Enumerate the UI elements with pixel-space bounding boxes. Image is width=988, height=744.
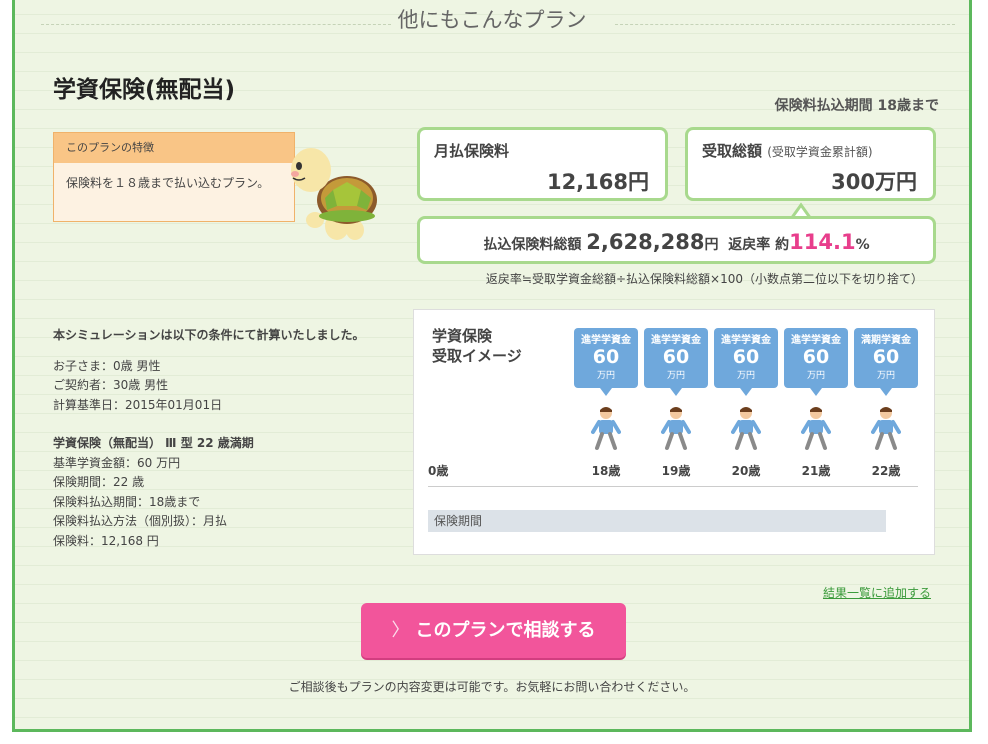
total-receipt-value: 300万円 bbox=[831, 170, 917, 194]
age-label: 18歳 bbox=[591, 464, 621, 478]
condition-line: お子さま：0歳 男性 bbox=[53, 358, 161, 373]
simulation-conditions: 本シミュレーションは以下の条件にて計算いたしました。 お子さま：0歳 男性 ご契… bbox=[53, 326, 383, 570]
total-receipt-label: 受取総額 bbox=[702, 142, 763, 160]
feature-header: このプランの特徴 bbox=[54, 133, 294, 163]
payment-total-label: 払込保険料総額 bbox=[483, 237, 582, 253]
payout-bubble: 進学学資金 60 万円 bbox=[574, 328, 638, 396]
condition-line: ご契約者：30歳 男性 bbox=[53, 378, 169, 392]
child-figure-icon bbox=[591, 407, 621, 450]
chevron-right-icon: 〉 bbox=[391, 620, 410, 641]
age-label: 22歳 bbox=[871, 464, 901, 478]
monthly-premium-label: 月払保険料 bbox=[434, 142, 510, 160]
condition-line: 保険料払込方法（個別扱）：月払 bbox=[53, 514, 228, 528]
child-figure-icon bbox=[731, 407, 761, 450]
condition-line: 計算基準日：2015年01月01日 bbox=[53, 397, 223, 412]
payout-bubble: 進学学資金 60 万円 bbox=[784, 328, 848, 396]
payout-bubble: 進学学資金 60 万円 bbox=[644, 328, 708, 396]
conditions-group-title: 学資保険（無配当） Ⅲ 型 22 歳満期 bbox=[53, 436, 254, 450]
return-rate-formula: 返戻率≒受取学資金総額÷払込保険料総額×100（小数点第二位以下を切り捨て） bbox=[485, 272, 923, 286]
conditions-heading: 本シミュレーションは以下の条件にて計算いたしました。 bbox=[53, 328, 365, 342]
age-label: 19歳 bbox=[661, 464, 691, 478]
conditions-group-2: 学資保険（無配当） Ⅲ 型 22 歳満期 基準学資金額：60 万円 保険期間：2… bbox=[53, 434, 383, 551]
consult-note: ご相談後もプランの内容変更は可能です。お気軽にお問い合わせください。 bbox=[288, 680, 696, 694]
return-rate-prefix: 約 bbox=[775, 237, 790, 253]
condition-line: 保険料：12,168 円 bbox=[53, 533, 159, 548]
add-to-results-link[interactable]: 結果一覧に追加する bbox=[823, 584, 931, 601]
total-receipt-sub: (受取学資金累計額) bbox=[767, 145, 873, 159]
child-figure-icon bbox=[801, 407, 831, 450]
feature-box: このプランの特徴 保険料を１８歳まで払い込むプラン。 bbox=[53, 132, 295, 222]
age-label: 21歳 bbox=[801, 464, 831, 478]
plan-name: 学資保険(無配当) bbox=[53, 77, 236, 103]
turtle-mascot-icon bbox=[291, 148, 377, 240]
payout-image-chart: 学資保険 受取イメージ 進学学資金 60 万円 進学学資金 60 万円 進学学資金 60 万… bbox=[413, 309, 935, 555]
total-receipt-box: 受取総額 (受取学資金累計額) 300万円 bbox=[685, 127, 936, 201]
condition-line: 基準学資金額：60 万円 bbox=[53, 455, 181, 470]
insurance-period-bar: 保険期間 bbox=[428, 510, 886, 532]
payout-bubble: 満期学資金 60 万円 bbox=[854, 328, 918, 396]
age-label: 20歳 bbox=[731, 464, 761, 478]
condition-line: 保険期間：22 歳 bbox=[53, 475, 145, 489]
timeline-divider bbox=[428, 486, 918, 487]
monthly-premium-value: 12,168円 bbox=[546, 170, 649, 194]
plan-panel: 他にもこんなプラン 学資保険(無配当) 保険料払込期間 18歳まで このプランの… bbox=[12, 0, 972, 732]
payment-total-value: 2,628,288 bbox=[586, 230, 705, 254]
chart-title: 学資保険 受取イメージ bbox=[432, 327, 522, 365]
return-rate-value: 114.1 bbox=[789, 230, 856, 254]
payment-total-unit: 円 bbox=[704, 237, 719, 253]
pay-period: 保険料払込期間 18歳まで bbox=[774, 98, 939, 114]
return-rate-unit: % bbox=[855, 237, 870, 253]
consult-plan-button[interactable]: 〉このプランで相談する bbox=[361, 603, 626, 658]
feature-body: 保険料を１８歳まで払い込むプラン。 bbox=[66, 176, 270, 190]
consult-plan-label: このプランで相談する bbox=[415, 620, 596, 641]
child-figure-icon bbox=[661, 407, 691, 450]
age-label-start: 0歳 bbox=[428, 464, 449, 478]
child-figure-icon bbox=[871, 407, 901, 450]
payout-bubble: 進学学資金 60 万円 bbox=[714, 328, 778, 396]
section-title: 他にもこんなプラン bbox=[15, 4, 969, 34]
condition-line: 保険料払込期間：18歳まで bbox=[53, 494, 201, 509]
payment-total-box: 払込保険料総額 2,628,288円 返戻率 約114.1% bbox=[417, 216, 936, 264]
monthly-premium-box: 月払保険料 12,168円 bbox=[417, 127, 668, 201]
return-rate-label: 返戻率 bbox=[728, 237, 771, 253]
conditions-group-1: お子さま：0歳 男性 ご契約者：30歳 男性 計算基準日：2015年01月01日 bbox=[53, 357, 383, 416]
